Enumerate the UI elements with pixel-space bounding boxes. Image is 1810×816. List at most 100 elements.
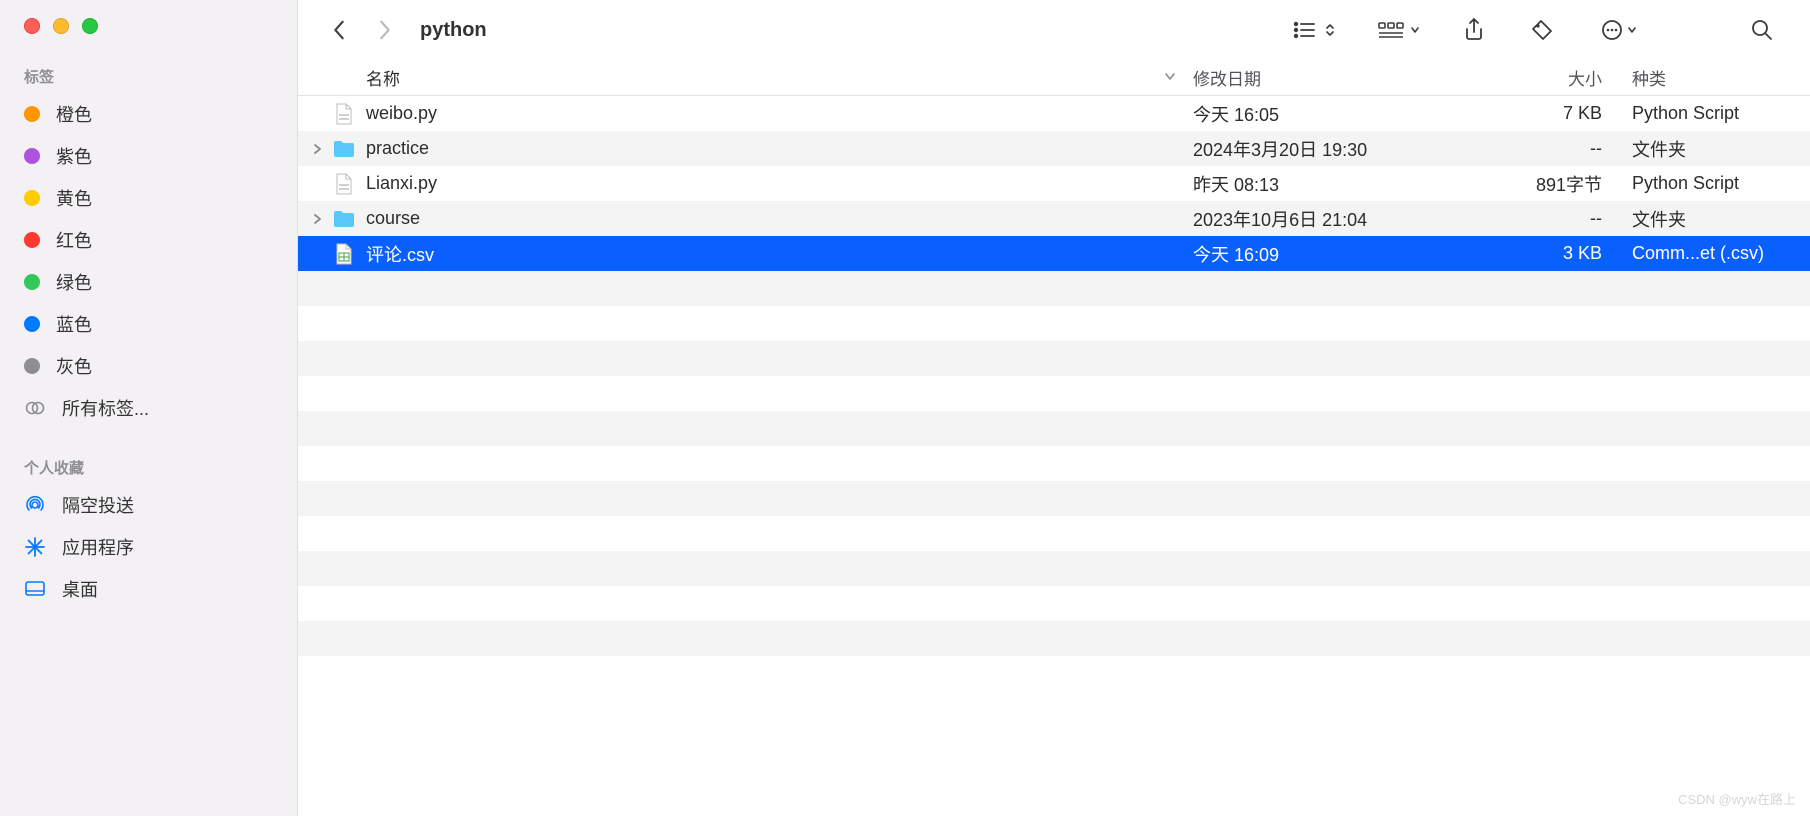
empty-row xyxy=(298,621,1810,656)
empty-row xyxy=(298,306,1810,341)
sidebar: 标签 橙色紫色黄色红色绿色蓝色灰色 所有标签... 个人收藏 隔空投送应用程序桌… xyxy=(0,0,298,816)
tag-item-yellow[interactable]: 黄色 xyxy=(0,177,297,219)
more-button[interactable] xyxy=(1586,11,1650,49)
empty-row xyxy=(298,376,1810,411)
close-window[interactable] xyxy=(24,18,40,34)
tag-dot-icon xyxy=(24,148,40,164)
folder-icon xyxy=(328,209,360,229)
tag-item-greent[interactable]: 绿色 xyxy=(0,261,297,303)
all-tags-label: 所有标签... xyxy=(62,395,149,421)
file-kind: Comm...et (.csv) xyxy=(1618,243,1810,264)
tag-item-purple[interactable]: 紫色 xyxy=(0,135,297,177)
file-date: 2024年3月20日 19:30 xyxy=(1193,136,1473,162)
search-button[interactable] xyxy=(1738,11,1786,49)
favorite-label: 隔空投送 xyxy=(62,492,134,518)
disclosure-triangle[interactable] xyxy=(306,213,328,225)
back-button[interactable] xyxy=(320,11,358,49)
file-size: -- xyxy=(1473,208,1618,229)
favorite-label: 应用程序 xyxy=(62,534,134,560)
tag-dot-icon xyxy=(24,190,40,206)
column-size[interactable]: 大小 xyxy=(1473,65,1618,90)
file-kind: Python Script xyxy=(1618,103,1810,124)
tag-button[interactable] xyxy=(1518,11,1566,49)
tag-dot-icon xyxy=(24,232,40,248)
desktop-icon xyxy=(24,578,46,600)
file-name: 评论.csv xyxy=(366,241,434,267)
airdrop-icon xyxy=(24,494,46,516)
view-list-button[interactable] xyxy=(1282,11,1346,49)
favorite-desktop[interactable]: 桌面 xyxy=(0,568,297,610)
column-name[interactable]: 名称 xyxy=(298,65,1193,90)
tag-label: 红色 xyxy=(56,227,92,253)
tag-label: 绿色 xyxy=(56,269,92,295)
minimize-window[interactable] xyxy=(53,18,69,34)
file-name: Lianxi.py xyxy=(366,173,437,194)
share-button[interactable] xyxy=(1450,11,1498,49)
file-kind: Python Script xyxy=(1618,173,1810,194)
file-kind: 文件夹 xyxy=(1618,206,1810,232)
tag-label: 灰色 xyxy=(56,353,92,379)
file-row[interactable]: 评论.csv 今天 16:093 KBComm...et (.csv) xyxy=(298,236,1810,271)
column-header-row: 名称 修改日期 大小 种类 xyxy=(298,60,1810,96)
file-name: weibo.py xyxy=(366,103,437,124)
favorite-label: 桌面 xyxy=(62,576,98,602)
file-name: practice xyxy=(366,138,429,159)
tag-item-gray[interactable]: 灰色 xyxy=(0,345,297,387)
tag-item-redt[interactable]: 红色 xyxy=(0,219,297,261)
file-size: -- xyxy=(1473,138,1618,159)
tag-item-bluet[interactable]: 蓝色 xyxy=(0,303,297,345)
tag-label: 黄色 xyxy=(56,185,92,211)
all-tags-icon xyxy=(24,397,46,419)
file-date: 今天 16:05 xyxy=(1193,101,1473,127)
disclosure-triangle[interactable] xyxy=(306,143,328,155)
watermark: CSDN @wyw在路上 xyxy=(1678,789,1796,808)
file-row[interactable]: weibo.py 今天 16:057 KBPython Script xyxy=(298,96,1810,131)
empty-row xyxy=(298,551,1810,586)
tag-label: 紫色 xyxy=(56,143,92,169)
tags-section-title: 标签 xyxy=(0,56,297,93)
tag-item-orange[interactable]: 橙色 xyxy=(0,93,297,135)
main-pane: python 名称 修改日期 xyxy=(298,0,1810,816)
zoom-window[interactable] xyxy=(82,18,98,34)
tag-dot-icon xyxy=(24,358,40,374)
sort-caret-icon xyxy=(1163,68,1177,88)
column-kind[interactable]: 种类 xyxy=(1618,65,1810,90)
file-date: 今天 16:09 xyxy=(1193,241,1473,267)
all-tags-item[interactable]: 所有标签... xyxy=(0,387,297,429)
file-list[interactable]: weibo.py今天 16:057 KBPython Scriptpractic… xyxy=(298,96,1810,816)
column-date[interactable]: 修改日期 xyxy=(1193,65,1473,90)
file-name: course xyxy=(366,208,420,229)
empty-row xyxy=(298,446,1810,481)
file-date: 2023年10月6日 21:04 xyxy=(1193,206,1473,232)
file-icon xyxy=(328,102,360,126)
favorite-apps[interactable]: 应用程序 xyxy=(0,526,297,568)
empty-row xyxy=(298,586,1810,621)
file-size: 3 KB xyxy=(1473,243,1618,264)
empty-row xyxy=(298,271,1810,306)
tag-dot-icon xyxy=(24,274,40,290)
folder-icon xyxy=(328,139,360,159)
empty-row xyxy=(298,411,1810,446)
file-icon xyxy=(328,172,360,196)
file-row[interactable]: practice2024年3月20日 19:30--文件夹 xyxy=(298,131,1810,166)
file-size: 891字节 xyxy=(1473,171,1618,197)
forward-button[interactable] xyxy=(366,11,404,49)
empty-row xyxy=(298,656,1810,691)
tag-dot-icon xyxy=(24,316,40,332)
apps-icon xyxy=(24,536,46,558)
file-row[interactable]: course 2023年10月6日 21:04--文件夹 xyxy=(298,201,1810,236)
file-icon xyxy=(328,242,360,266)
group-button[interactable] xyxy=(1366,11,1430,49)
toolbar: python xyxy=(298,0,1810,60)
file-row[interactable]: Lianxi.py 昨天 08:13891字节Python Script xyxy=(298,166,1810,201)
file-size: 7 KB xyxy=(1473,103,1618,124)
file-date: 昨天 08:13 xyxy=(1193,171,1473,197)
tag-label: 蓝色 xyxy=(56,311,92,337)
empty-row xyxy=(298,341,1810,376)
tag-dot-icon xyxy=(24,106,40,122)
tag-label: 橙色 xyxy=(56,101,92,127)
favorites-section-title: 个人收藏 xyxy=(0,447,297,484)
window-controls xyxy=(0,18,297,56)
favorite-airdrop[interactable]: 隔空投送 xyxy=(0,484,297,526)
empty-row xyxy=(298,516,1810,551)
